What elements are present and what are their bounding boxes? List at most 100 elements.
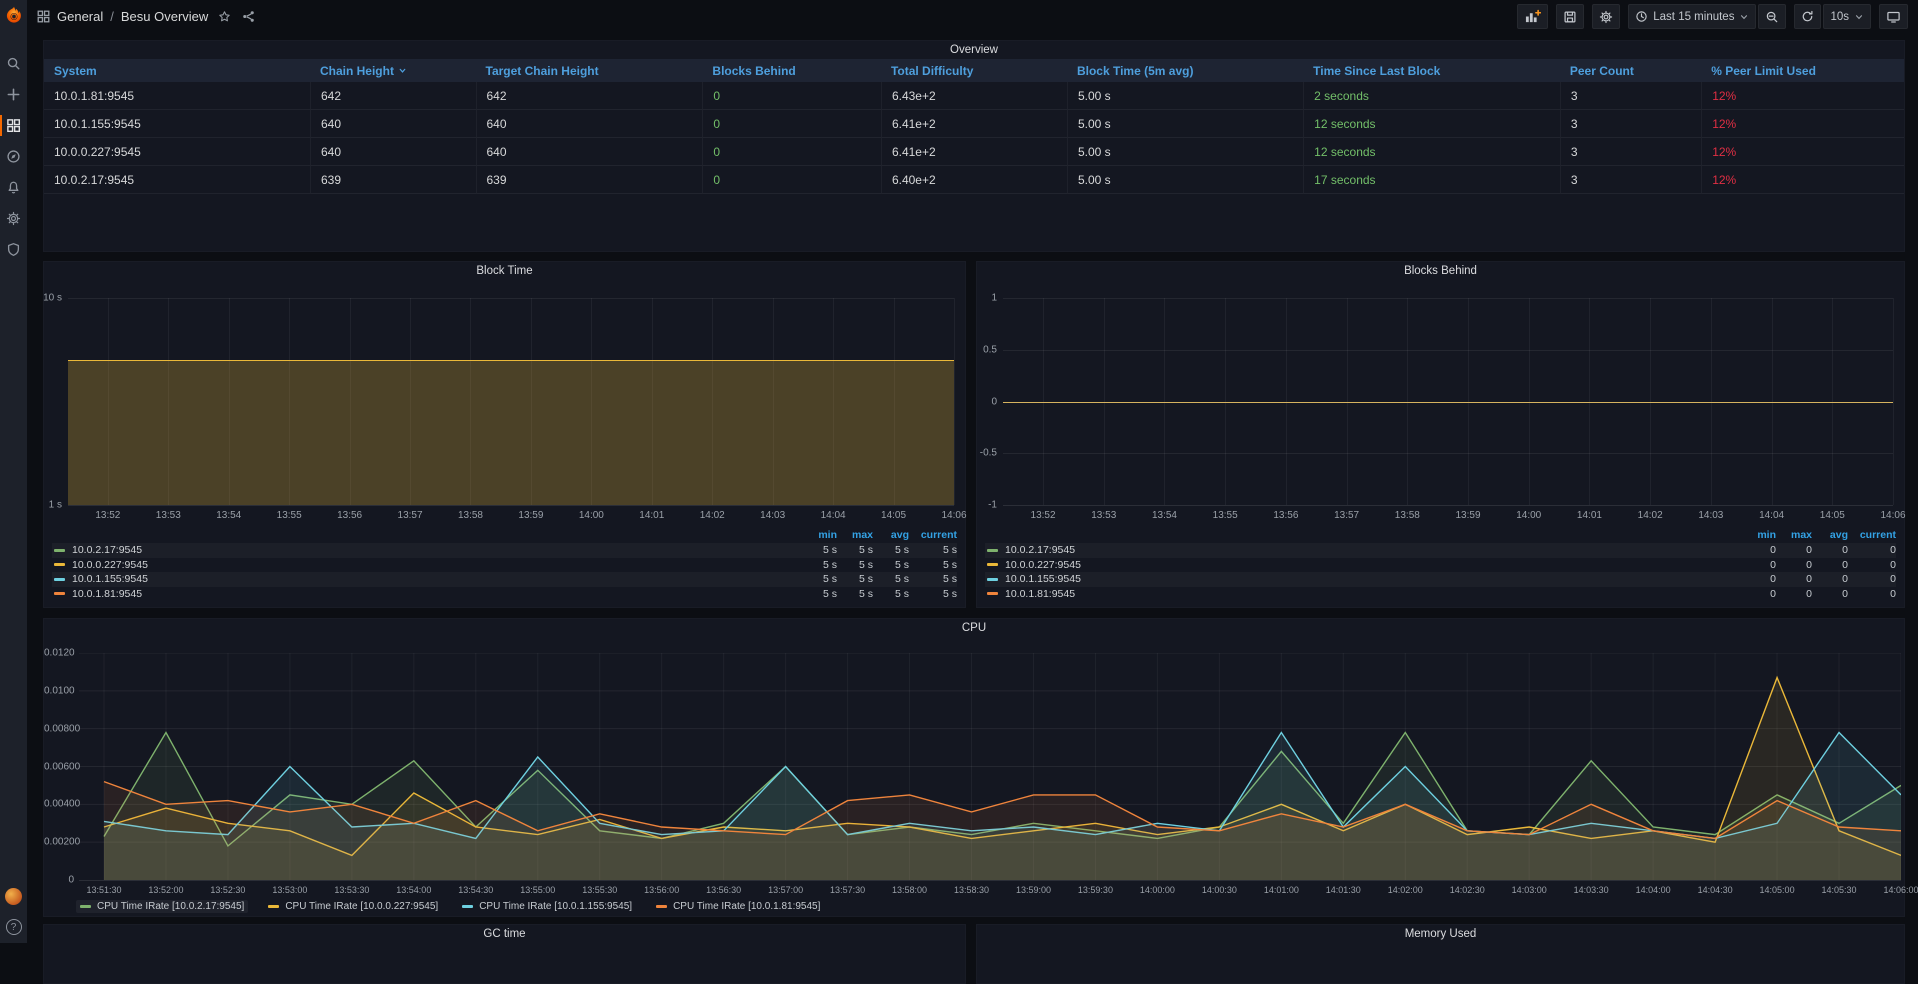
cpu-plot[interactable]: [79, 653, 1901, 881]
legend-series-name[interactable]: CPU Time IRate [10.0.0.227:9545]: [264, 900, 442, 913]
x-axis-label: 13:55: [277, 510, 302, 521]
add-panel-button[interactable]: [1517, 4, 1548, 29]
cpu-panel: CPU 0.01200.01000.008000.006000.004000.0…: [43, 618, 1905, 917]
sidebar-item-create[interactable]: [0, 79, 27, 110]
time-range-clock-icon: [1635, 10, 1648, 23]
legend-series-name[interactable]: 10.0.1.155:9545: [54, 573, 801, 585]
share-icon[interactable]: [242, 10, 255, 23]
legend-series-name[interactable]: 10.0.0.227:9545: [987, 559, 1740, 571]
panel-title[interactable]: GC time: [44, 928, 965, 940]
table-column-header-label: Total Difficulty: [891, 64, 973, 78]
legend-series-name[interactable]: 10.0.1.81:9545: [54, 588, 801, 600]
legend-series-name[interactable]: 10.0.2.17:9545: [987, 544, 1740, 556]
legend-stat-header[interactable]: min: [801, 529, 837, 543]
series-label: CPU Time IRate [10.0.0.227:9545]: [285, 901, 438, 912]
table-column-header[interactable]: Time Since Last Block: [1303, 59, 1560, 82]
table-cell: 6.40e+2: [881, 166, 1067, 194]
legend-series-name[interactable]: CPU Time IRate [10.0.2.17:9545]: [76, 900, 248, 913]
legend-row: 10.0.0.227:95455 s5 s5 s5 s: [52, 558, 957, 573]
x-axis-label: 14:00: [579, 510, 604, 521]
legend-stat-header[interactable]: max: [837, 529, 873, 543]
panel-title[interactable]: Block Time: [44, 265, 965, 277]
table-cell: 640: [476, 138, 703, 166]
gridline: [1893, 298, 1894, 505]
refresh-interval-picker[interactable]: 10s: [1823, 4, 1871, 29]
legend-stat-value: 5 s: [801, 544, 837, 556]
x-axis-label: 14:05: [881, 510, 906, 521]
save-dashboard-button[interactable]: [1556, 4, 1584, 29]
legend-stat-value: 5 s: [801, 588, 837, 600]
y-axis-label: 1 s: [22, 500, 62, 511]
grafana-logo[interactable]: [4, 5, 24, 26]
dashboards-grid-icon: [6, 118, 21, 133]
time-range-picker[interactable]: Last 15 minutes: [1628, 4, 1756, 29]
table-column-header[interactable]: Block Time (5m avg): [1067, 59, 1303, 82]
legend-stat-header[interactable]: avg: [873, 529, 909, 543]
cycle-view-button[interactable]: [1879, 4, 1908, 29]
series-color-dash: [987, 563, 998, 566]
table-column-header[interactable]: Target Chain Height: [476, 59, 703, 82]
x-axis-label: 14:01:00: [1264, 885, 1299, 895]
x-axis-label: 13:53: [156, 510, 181, 521]
sidebar-item-alerting[interactable]: [0, 172, 27, 203]
table-cell: 0: [702, 110, 881, 138]
panel-title[interactable]: CPU: [44, 622, 1904, 634]
legend-stat-header[interactable]: min: [1740, 529, 1776, 543]
legend-stat-header[interactable]: current: [909, 529, 957, 543]
dashboard-settings-button[interactable]: [1592, 4, 1620, 29]
table-cell: 640: [310, 110, 476, 138]
legend-row: 10.0.1.155:95450000: [985, 572, 1896, 587]
legend-stat-header[interactable]: current: [1848, 529, 1896, 543]
y-axis-label: 0.00400: [44, 799, 74, 810]
x-axis-label: 13:54: [216, 510, 241, 521]
search-icon: [6, 56, 21, 71]
panel-title[interactable]: Memory Used: [977, 928, 1904, 940]
x-axis-label: 14:03:30: [1574, 885, 1609, 895]
table-column-header[interactable]: System: [44, 59, 310, 82]
legend-stat-header[interactable]: avg: [1812, 529, 1848, 543]
legend-series-name[interactable]: 10.0.2.17:9545: [54, 544, 801, 556]
table-cell: 17 seconds: [1303, 166, 1560, 194]
user-avatar[interactable]: [5, 888, 22, 905]
breadcrumb-folder[interactable]: General: [57, 9, 103, 24]
legend-stat-value: 5 s: [909, 573, 957, 585]
sidebar-item-search[interactable]: [0, 48, 27, 79]
legend-series-name[interactable]: 10.0.1.81:9545: [987, 588, 1740, 600]
x-axis-label: 14:05:00: [1760, 885, 1795, 895]
table-cell: 12%: [1701, 166, 1904, 194]
table-column-header[interactable]: Chain Height: [310, 59, 476, 82]
x-axis-label: 14:02:30: [1450, 885, 1485, 895]
breadcrumb-dashboard-title[interactable]: Besu Overview: [121, 9, 208, 24]
panel-title[interactable]: Blocks Behind: [977, 265, 1904, 277]
sidebar-item-dashboards[interactable]: [0, 110, 27, 141]
legend-row: 10.0.1.81:95455 s5 s5 s5 s: [52, 587, 957, 602]
create-plus-icon: [6, 87, 21, 102]
block-time-plot[interactable]: [68, 298, 954, 506]
legend-series-name[interactable]: 10.0.1.155:9545: [987, 573, 1740, 585]
series-label: 10.0.2.17:9545: [1005, 544, 1075, 556]
x-axis-label: 13:59: [1456, 510, 1481, 521]
legend-series-name[interactable]: CPU Time IRate [10.0.1.81:9545]: [652, 900, 824, 913]
table-column-header[interactable]: Blocks Behind: [702, 59, 881, 82]
star-icon[interactable]: [218, 10, 231, 23]
table-column-header[interactable]: Total Difficulty: [881, 59, 1067, 82]
x-axis-label: 13:56: [1273, 510, 1298, 521]
legend-stat-header[interactable]: max: [1776, 529, 1812, 543]
sidebar-item-explore[interactable]: [0, 141, 27, 172]
table-column-header[interactable]: Peer Count: [1560, 59, 1701, 82]
help-question-icon[interactable]: ?: [6, 919, 22, 935]
table-column-header[interactable]: % Peer Limit Used: [1701, 59, 1904, 82]
legend-stat-value: 5 s: [909, 544, 957, 556]
legend-series-name[interactable]: 10.0.0.227:9545: [54, 559, 801, 571]
x-axis-label: 14:02: [700, 510, 725, 521]
legend-stat-value: 0: [1848, 559, 1896, 571]
legend-series-name[interactable]: CPU Time IRate [10.0.1.155:9545]: [458, 900, 636, 913]
sidebar-item-configuration[interactable]: [0, 203, 27, 234]
sidebar-item-server-admin[interactable]: [0, 234, 27, 265]
blocks-behind-plot[interactable]: [1003, 298, 1893, 506]
y-axis-label: 0.5: [957, 344, 997, 355]
zoom-out-time-button[interactable]: [1758, 4, 1786, 29]
table-cell: 6.41e+2: [881, 138, 1067, 166]
refresh-button[interactable]: [1794, 4, 1821, 29]
panel-title[interactable]: Overview: [44, 44, 1904, 56]
